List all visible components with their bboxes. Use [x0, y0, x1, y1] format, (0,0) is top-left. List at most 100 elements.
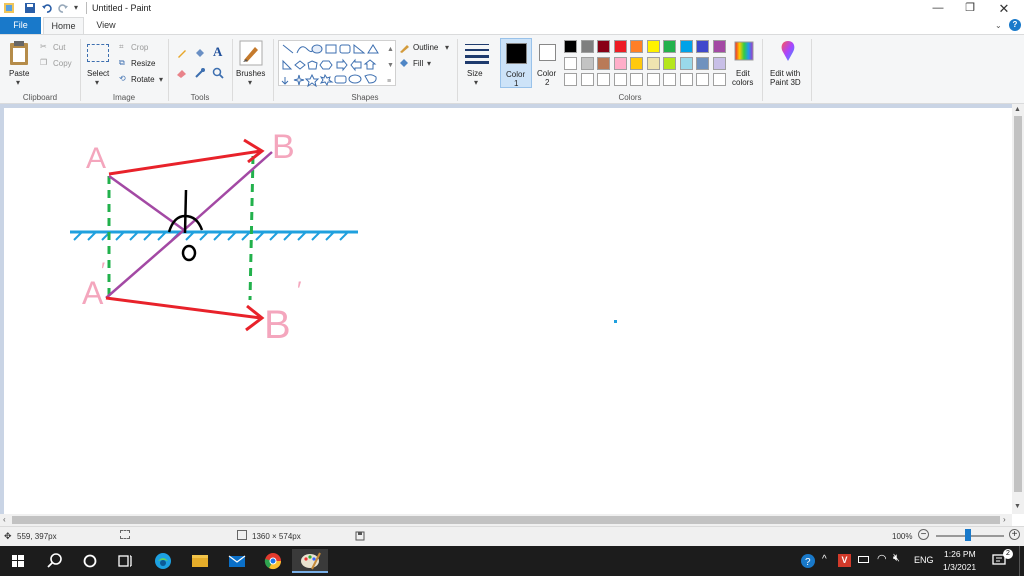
help-icon[interactable]: ? — [1009, 19, 1021, 31]
palette-swatch[interactable] — [630, 73, 643, 86]
palette-swatch[interactable] — [679, 73, 693, 86]
palette-swatch[interactable] — [564, 73, 577, 86]
palette-swatch[interactable] — [630, 56, 643, 70]
outline-dropdown-icon[interactable]: ▾ — [445, 43, 449, 52]
select-dropdown-icon[interactable]: ▾ — [95, 78, 99, 87]
palette-swatch[interactable] — [663, 40, 676, 53]
paste-icon[interactable] — [8, 40, 30, 66]
resize-icon[interactable]: ⧉ — [119, 58, 125, 68]
file-explorer-icon[interactable] — [182, 549, 218, 573]
size-button[interactable]: Size — [467, 69, 483, 78]
fill-bucket-icon[interactable] — [194, 47, 206, 59]
palette-swatch[interactable] — [663, 56, 676, 70]
rotate-icon[interactable]: ⟲ — [119, 74, 126, 83]
palette-swatch[interactable] — [597, 73, 610, 86]
palette-swatch[interactable] — [580, 56, 594, 70]
vertical-scrollbar[interactable]: ▲ ▼ — [1012, 104, 1024, 514]
resize-button[interactable]: Resize — [131, 59, 155, 68]
color-picker-icon[interactable] — [194, 67, 206, 79]
restore-button[interactable]: ❐ — [959, 1, 981, 16]
task-view-icon[interactable] — [107, 549, 143, 573]
cortana-icon[interactable] — [72, 549, 108, 573]
palette-swatch[interactable] — [712, 40, 726, 53]
cut-button[interactable]: Cut — [53, 43, 65, 52]
fill-button[interactable]: Fill — [413, 59, 423, 68]
palette-swatch[interactable] — [646, 40, 660, 53]
palette-swatch[interactable] — [613, 40, 627, 53]
tab-file[interactable]: File — [0, 17, 41, 34]
scroll-right-icon[interactable]: › — [1003, 515, 1006, 524]
palette-swatch[interactable] — [646, 56, 660, 70]
magnifier-icon[interactable] — [212, 67, 224, 79]
redo-icon[interactable] — [57, 2, 69, 14]
quick-access-dropdown-icon[interactable]: ▾ — [74, 3, 78, 12]
palette-swatch[interactable] — [712, 56, 726, 70]
outline-button[interactable]: Outline — [413, 43, 438, 52]
palette-swatch[interactable] — [696, 40, 709, 53]
select-icon[interactable] — [87, 44, 109, 62]
start-windows-icon[interactable] — [0, 549, 36, 573]
scroll-down-icon[interactable]: ▼ — [1014, 503, 1021, 510]
clock-date[interactable]: 1/3/2021 — [943, 562, 976, 572]
select-button[interactable]: Select — [87, 69, 109, 78]
palette-swatch[interactable] — [597, 56, 610, 70]
wifi-icon[interactable]: ◠ — [877, 552, 887, 565]
search-icon[interactable] — [37, 549, 73, 573]
battery-icon[interactable] — [858, 556, 869, 563]
outline-icon[interactable] — [399, 42, 410, 53]
paste-button[interactable]: Paste — [9, 69, 29, 78]
palette-swatch[interactable] — [597, 40, 610, 53]
size-dropdown-icon[interactable]: ▾ — [474, 78, 478, 87]
antivirus-tray-icon[interactable]: V — [838, 554, 851, 567]
edit-with-paint3d-button[interactable]: Edit with — [770, 69, 800, 78]
palette-swatch[interactable] — [712, 73, 726, 86]
zoom-out-button[interactable]: − — [918, 529, 929, 540]
pencil-icon[interactable] — [176, 47, 188, 59]
zoom-in-button[interactable]: + — [1009, 529, 1020, 540]
brushes-dropdown-icon[interactable]: ▾ — [248, 78, 252, 87]
palette-swatch[interactable] — [696, 56, 709, 70]
drawing-canvas[interactable]: A B A ′ B ′ — [4, 108, 1012, 514]
save-icon[interactable] — [24, 2, 36, 14]
fill-icon[interactable] — [399, 58, 410, 69]
edit-colors-button[interactable]: Edit — [736, 69, 750, 78]
chrome-icon[interactable] — [255, 549, 291, 573]
collapse-ribbon-icon[interactable]: ⌄ — [995, 21, 1002, 30]
palette-swatch[interactable] — [580, 40, 594, 53]
cut-icon[interactable]: ✂ — [40, 42, 47, 51]
size-icon[interactable] — [464, 42, 490, 64]
scroll-left-icon[interactable]: ‹ — [3, 515, 6, 524]
tab-home[interactable]: Home — [43, 17, 84, 34]
minimize-button[interactable]: — — [927, 1, 949, 16]
palette-swatch[interactable] — [679, 40, 693, 53]
help-tray-icon[interactable]: ? — [800, 553, 816, 569]
palette-swatch[interactable] — [613, 73, 627, 86]
crop-icon[interactable]: ⌗ — [119, 42, 124, 52]
rotate-dropdown-icon[interactable]: ▾ — [159, 75, 163, 84]
palette-swatch[interactable] — [580, 73, 594, 86]
edge-browser-icon[interactable] — [145, 549, 181, 573]
paint3d-icon[interactable] — [778, 40, 798, 62]
edit-colors-icon[interactable] — [734, 41, 754, 61]
copy-icon[interactable]: ❐ — [40, 58, 47, 67]
palette-swatch[interactable] — [564, 56, 577, 70]
crop-button[interactable]: Crop — [131, 43, 148, 52]
mail-icon[interactable] — [219, 549, 255, 573]
input-language[interactable]: ENG — [914, 555, 934, 565]
copy-button[interactable]: Copy — [53, 59, 72, 68]
tab-view[interactable]: View — [86, 17, 126, 34]
text-tool-icon[interactable]: A — [213, 44, 222, 60]
vertical-scroll-thumb[interactable] — [1014, 116, 1022, 492]
horizontal-scrollbar[interactable]: ‹ › — [0, 514, 1012, 526]
palette-swatch[interactable] — [613, 56, 627, 70]
palette-swatch[interactable] — [696, 73, 709, 86]
palette-swatch[interactable] — [679, 56, 693, 70]
brushes-button[interactable]: Brushes — [236, 69, 265, 78]
palette-swatch[interactable] — [564, 40, 577, 53]
palette-swatch[interactable] — [646, 73, 660, 86]
paste-dropdown-icon[interactable]: ▾ — [16, 78, 20, 87]
palette-swatch[interactable] — [663, 73, 676, 86]
undo-icon[interactable] — [41, 2, 53, 14]
fill-dropdown-icon[interactable]: ▾ — [427, 59, 431, 68]
shapes-gallery[interactable]: ▲ ▼ ≡ — [278, 40, 396, 88]
